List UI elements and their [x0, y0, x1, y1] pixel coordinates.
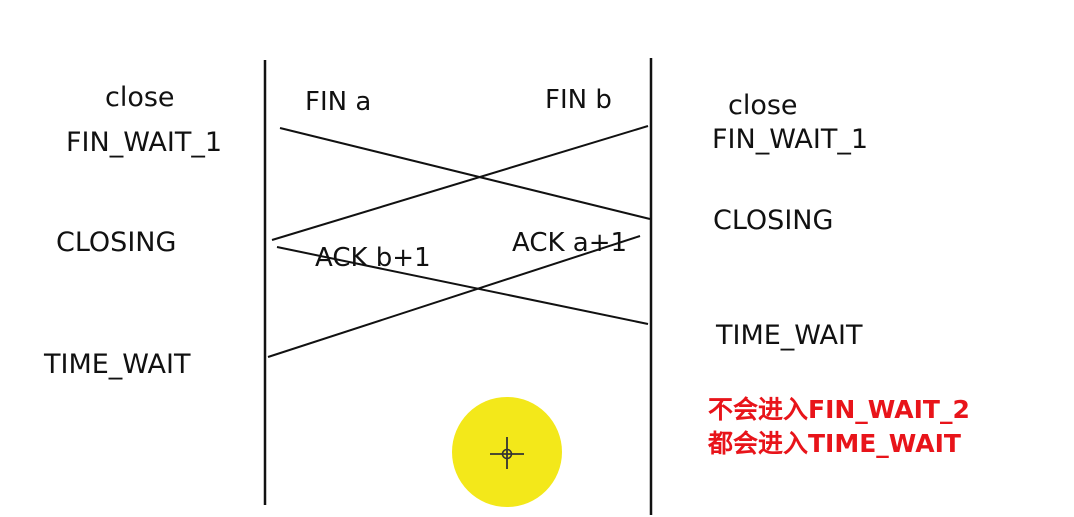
right-state-fin-wait-1: FIN_WAIT_1	[712, 124, 869, 155]
right-state-closing: CLOSING	[713, 205, 834, 236]
right-state-time-wait: TIME_WAIT	[716, 320, 863, 351]
cursor-highlight	[452, 397, 562, 507]
left-state-closing: CLOSING	[56, 227, 177, 258]
left-state-close: close	[105, 82, 175, 113]
left-state-fin-wait-1: FIN_WAIT_1	[66, 127, 223, 158]
tcp-simultaneous-close-diagram: close FIN_WAIT_1 CLOSING TIME_WAIT close…	[0, 0, 1074, 517]
note-line-1: 不会进入FIN_WAIT_2	[708, 395, 970, 424]
message-ack-b: ACK b+1	[315, 243, 431, 273]
fin-b-arrow	[271, 125, 649, 241]
message-ack-a: ACK a+1	[512, 228, 628, 258]
message-fin-b: FIN b	[545, 85, 612, 115]
message-fin-a: FIN a	[305, 87, 372, 117]
note-line-2: 都会进入TIME_WAIT	[708, 429, 961, 458]
left-state-time-wait: TIME_WAIT	[44, 349, 191, 380]
right-state-close: close	[728, 90, 798, 121]
crosshair-cursor-icon	[490, 437, 524, 469]
